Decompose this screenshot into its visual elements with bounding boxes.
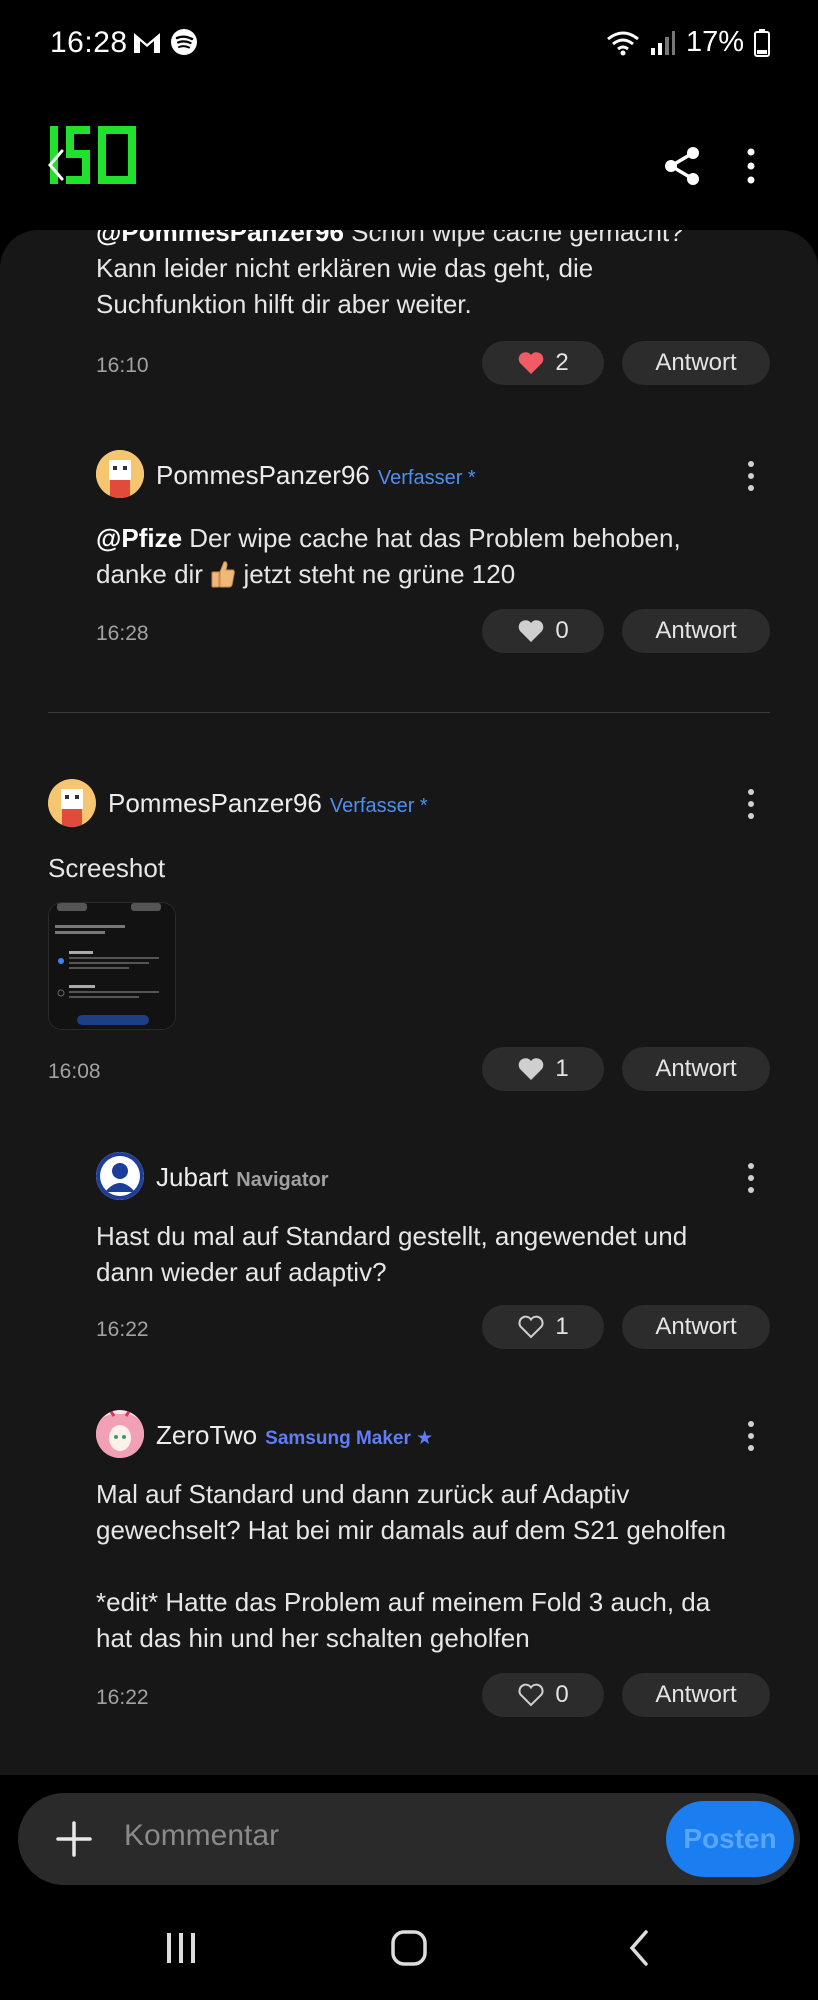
comment-header: PommesPanzer96 Verfasser * (108, 788, 428, 819)
reply-button[interactable]: Antwort (622, 1047, 770, 1091)
comment-time: 16:22 (96, 1686, 149, 1709)
comment-header: Jubart Navigator (156, 1162, 329, 1193)
like-count: 0 (555, 1681, 569, 1708)
thumbs-up-emoji-icon (211, 561, 236, 588)
avatar[interactable] (48, 779, 96, 827)
like-count: 1 (555, 1313, 569, 1340)
like-count: 2 (555, 349, 569, 376)
comment-text: Mal auf Standard und dann zurück auf Ada… (96, 1479, 727, 1653)
gmail-icon (134, 33, 160, 53)
system-navigation-bar (0, 1895, 818, 2000)
post-button[interactable]: Posten (666, 1801, 794, 1877)
avatar-image (48, 779, 96, 827)
back-icon[interactable] (626, 1929, 652, 1967)
comment-time: 16:28 (96, 622, 149, 645)
recent-apps-icon[interactable] (164, 1931, 198, 1965)
reply-button[interactable]: Antwort (622, 1305, 770, 1349)
comment-text: Screeshot (48, 853, 166, 883)
back-arrow-icon[interactable] (46, 148, 66, 182)
like-count: 0 (555, 617, 569, 644)
heart-filled-icon (519, 620, 544, 642)
heart-outline-icon (518, 1315, 544, 1339)
comment-time: 16:10 (96, 354, 149, 377)
heart-outline-icon (518, 1683, 544, 1707)
comment-header: ZeroTwo Samsung Maker ★ (156, 1420, 433, 1451)
comment-more-icon[interactable] (741, 786, 761, 822)
username[interactable]: PommesPanzer96 (156, 460, 370, 490)
home-icon[interactable] (390, 1929, 428, 1967)
comment-composer: Kommentar Posten (18, 1793, 800, 1885)
comment-more-icon[interactable] (741, 458, 761, 494)
comment-text: Hast du mal auf Standard gestellt, angew… (96, 1221, 688, 1287)
comment-header: PommesPanzer96 Verfasser * (156, 460, 476, 491)
add-attachment-icon[interactable] (54, 1819, 94, 1859)
heart-filled-icon (519, 352, 544, 374)
heart-filled-icon (519, 1058, 544, 1080)
comment-more-icon[interactable] (741, 1160, 761, 1196)
like-button[interactable]: 1 (482, 1305, 604, 1349)
username[interactable]: ZeroTwo (156, 1420, 257, 1450)
comment-time: 16:08 (48, 1060, 101, 1083)
username[interactable]: PommesPanzer96 (108, 788, 322, 818)
comment-text: @Pfize Der wipe cache hat das Problem be… (96, 523, 681, 589)
status-time: 16:28 (50, 26, 128, 59)
rank-badge: Samsung Maker ★ (265, 1428, 434, 1449)
mention-link[interactable]: @PommesPanzer96 (96, 230, 344, 247)
reply-button[interactable]: Antwort (622, 609, 770, 653)
comment-input[interactable]: Kommentar (124, 1819, 279, 1853)
comment-text: @PommesPanzer96 Schon wipe cache gemacht… (96, 230, 776, 322)
avatar[interactable] (96, 450, 144, 498)
spotify-icon (171, 29, 197, 55)
reply-button[interactable]: Antwort (622, 1673, 770, 1717)
comment-more-icon[interactable] (741, 1418, 761, 1454)
like-count: 1 (555, 1055, 569, 1082)
like-button[interactable]: 1 (482, 1047, 604, 1091)
like-button[interactable]: 0 (482, 609, 604, 653)
status-bar: 16:28 17% (0, 0, 818, 92)
thread-divider (48, 712, 770, 713)
mention-link[interactable]: @Pfize (96, 523, 182, 553)
status-system-icons: 17% (606, 26, 770, 59)
status-notification-icons (132, 28, 198, 56)
share-icon[interactable] (660, 144, 704, 188)
more-vert-icon[interactable] (736, 144, 766, 188)
comment-time: 16:22 (96, 1318, 149, 1341)
author-badge: Verfasser * (329, 795, 428, 817)
like-button[interactable]: 0 (482, 1673, 604, 1717)
avatar-image (96, 1152, 144, 1200)
like-button[interactable]: 2 (482, 341, 604, 385)
wifi-icon (607, 31, 639, 55)
screenshot-image (49, 903, 175, 1029)
avatar[interactable] (96, 1152, 144, 1200)
reply-button[interactable]: Antwort (622, 341, 770, 385)
battery-percent: 17% (685, 26, 744, 58)
avatar[interactable] (96, 1410, 144, 1458)
avatar-image (96, 1410, 144, 1458)
signal-icon (650, 30, 675, 55)
username[interactable]: Jubart (156, 1162, 228, 1192)
comments-list[interactable]: @PommesPanzer96 Schon wipe cache gemacht… (0, 230, 818, 1775)
avatar-image (96, 450, 144, 498)
screenshot-thumbnail[interactable] (48, 902, 176, 1030)
author-badge: Verfasser * (377, 467, 476, 489)
comment-composer-area: Kommentar Posten (0, 1775, 818, 1895)
rank-badge: Navigator (236, 1169, 329, 1191)
app-bar (0, 92, 818, 232)
battery-icon (754, 28, 770, 57)
